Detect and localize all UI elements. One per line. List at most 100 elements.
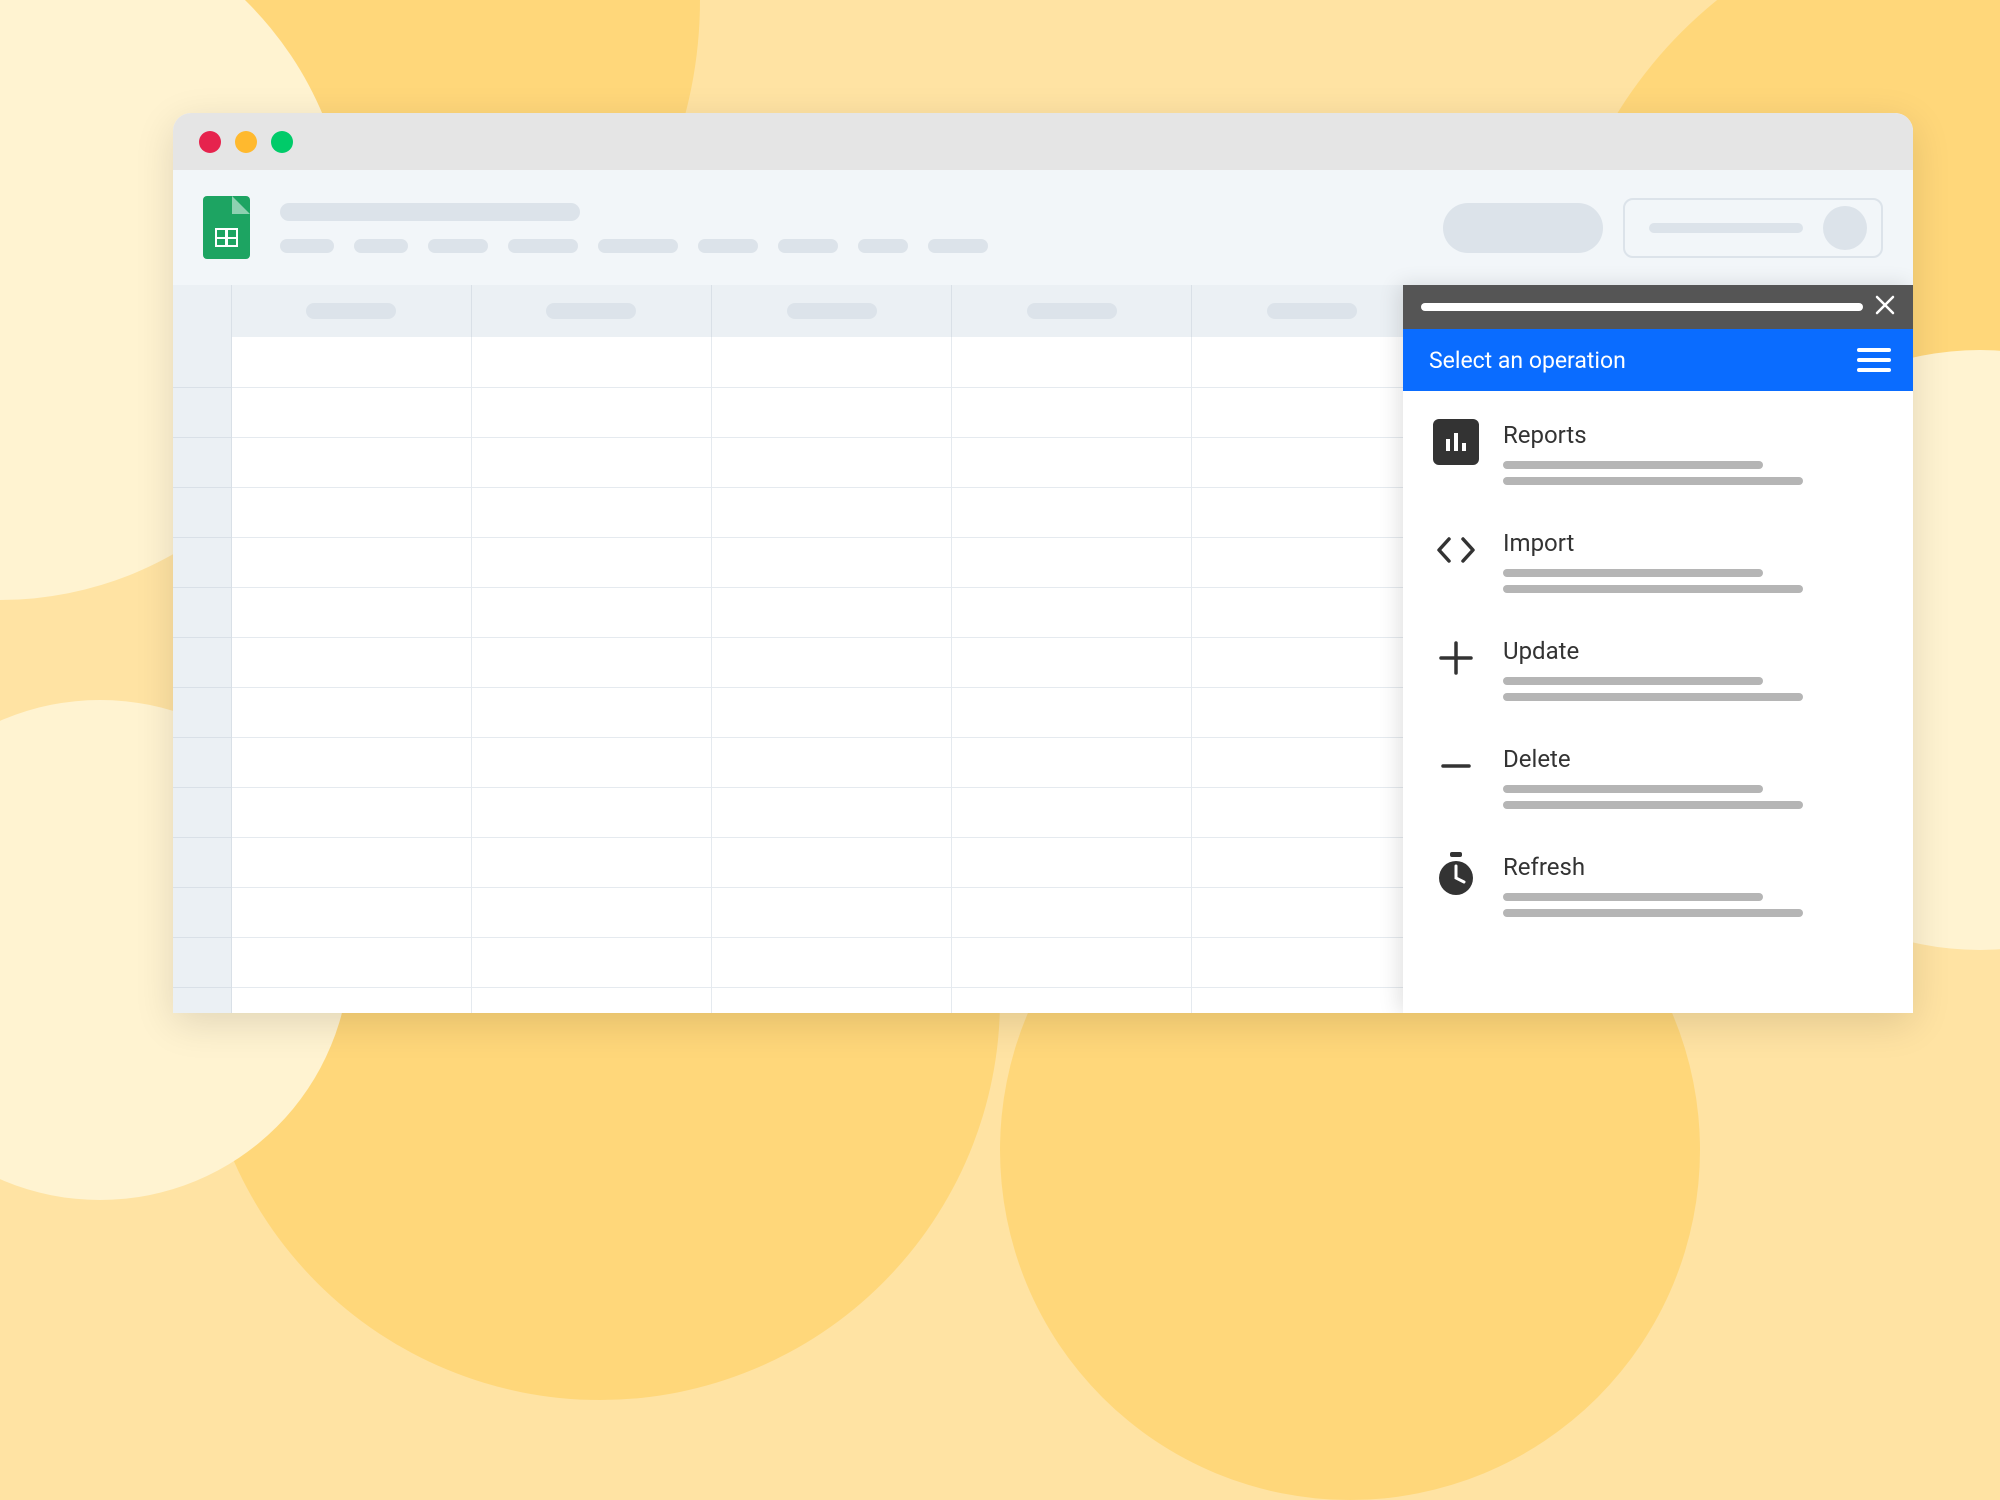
cell[interactable] [952, 937, 1192, 987]
cell[interactable] [1192, 987, 1432, 1013]
cell[interactable] [231, 937, 471, 987]
sheets-app-icon[interactable] [203, 196, 250, 259]
cell[interactable] [471, 937, 711, 987]
cell[interactable] [711, 637, 951, 687]
cell[interactable] [231, 587, 471, 637]
cell[interactable] [711, 437, 951, 487]
column-header[interactable] [231, 285, 471, 337]
row-header[interactable] [173, 937, 231, 987]
cell[interactable] [471, 987, 711, 1013]
cell[interactable] [952, 587, 1192, 637]
cell[interactable] [952, 537, 1192, 587]
row-header[interactable] [173, 887, 231, 937]
menu-item[interactable] [698, 239, 758, 253]
cell[interactable] [471, 537, 711, 587]
column-header[interactable] [711, 285, 951, 337]
cell[interactable] [711, 937, 951, 987]
cell[interactable] [231, 787, 471, 837]
window-maximize-button[interactable] [271, 131, 293, 153]
cell[interactable] [231, 337, 471, 387]
cell[interactable] [231, 437, 471, 487]
cell[interactable] [471, 487, 711, 537]
operation-reports[interactable]: Reports [1433, 419, 1883, 493]
cell[interactable] [1192, 537, 1432, 587]
cell[interactable] [231, 687, 471, 737]
menu-item[interactable] [508, 239, 578, 253]
row-header[interactable] [173, 737, 231, 787]
row-header[interactable] [173, 637, 231, 687]
row-header[interactable] [173, 787, 231, 837]
row-header[interactable] [173, 437, 231, 487]
cell[interactable] [711, 387, 951, 437]
cell[interactable] [1192, 837, 1432, 887]
row-header[interactable] [173, 337, 231, 387]
cell[interactable] [711, 887, 951, 937]
operation-import[interactable]: Import [1433, 527, 1883, 601]
column-header[interactable] [471, 285, 711, 337]
cell[interactable] [711, 987, 951, 1013]
cell[interactable] [471, 687, 711, 737]
cell[interactable] [471, 737, 711, 787]
window-close-button[interactable] [199, 131, 221, 153]
menu-item[interactable] [428, 239, 488, 253]
cell[interactable] [952, 987, 1192, 1013]
cell[interactable] [1192, 637, 1432, 687]
cell[interactable] [231, 487, 471, 537]
select-all-cell[interactable] [173, 285, 231, 337]
cell[interactable] [1192, 437, 1432, 487]
cell[interactable] [711, 587, 951, 637]
cell[interactable] [952, 337, 1192, 387]
cell[interactable] [471, 437, 711, 487]
cell[interactable] [1192, 737, 1432, 787]
cell[interactable] [952, 637, 1192, 687]
row-header[interactable] [173, 387, 231, 437]
cell[interactable] [471, 887, 711, 937]
row-header[interactable] [173, 587, 231, 637]
cell[interactable] [952, 487, 1192, 537]
row-header[interactable] [173, 837, 231, 887]
cell[interactable] [711, 537, 951, 587]
cell[interactable] [711, 737, 951, 787]
cell[interactable] [952, 437, 1192, 487]
document-title-placeholder[interactable] [280, 203, 580, 221]
cell[interactable] [711, 787, 951, 837]
cell[interactable] [711, 837, 951, 887]
row-header[interactable] [173, 487, 231, 537]
cell[interactable] [952, 387, 1192, 437]
account-box[interactable] [1623, 198, 1883, 258]
cell[interactable] [711, 337, 951, 387]
cell[interactable] [471, 787, 711, 837]
cell[interactable] [1192, 937, 1432, 987]
cell[interactable] [471, 587, 711, 637]
close-icon[interactable] [1875, 294, 1895, 320]
row-header[interactable] [173, 987, 231, 1013]
menu-item[interactable] [858, 239, 908, 253]
operation-update[interactable]: Update [1433, 635, 1883, 709]
cell[interactable] [1192, 487, 1432, 537]
cell[interactable] [1192, 787, 1432, 837]
cell[interactable] [952, 737, 1192, 787]
menu-item[interactable] [778, 239, 838, 253]
menu-item[interactable] [598, 239, 678, 253]
operation-delete[interactable]: Delete [1433, 743, 1883, 817]
cell[interactable] [231, 837, 471, 887]
cell[interactable] [952, 687, 1192, 737]
cell[interactable] [231, 637, 471, 687]
hamburger-menu-icon[interactable] [1857, 348, 1891, 372]
menu-item[interactable] [280, 239, 334, 253]
cell[interactable] [471, 337, 711, 387]
window-minimize-button[interactable] [235, 131, 257, 153]
cell[interactable] [1192, 387, 1432, 437]
cell[interactable] [231, 387, 471, 437]
cell[interactable] [1192, 587, 1432, 637]
menu-item[interactable] [928, 239, 988, 253]
cell[interactable] [952, 837, 1192, 887]
share-button[interactable] [1443, 203, 1603, 253]
row-header[interactable] [173, 687, 231, 737]
cell[interactable] [471, 837, 711, 887]
cell[interactable] [471, 387, 711, 437]
cell[interactable] [1192, 687, 1432, 737]
operation-refresh[interactable]: Refresh [1433, 851, 1883, 925]
column-header[interactable] [1192, 285, 1432, 337]
cell[interactable] [1192, 337, 1432, 387]
